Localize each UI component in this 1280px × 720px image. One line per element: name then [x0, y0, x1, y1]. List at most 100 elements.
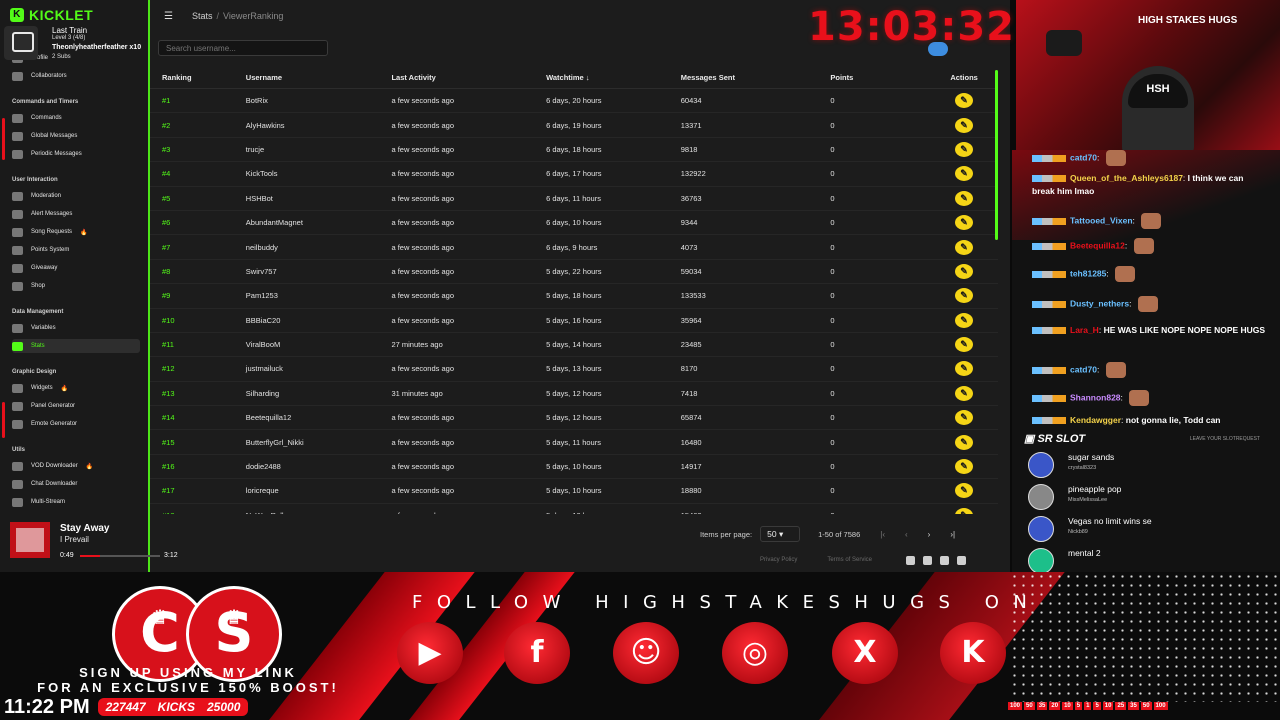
sidebar-item-points-system[interactable]: Points System: [12, 243, 140, 257]
cell-actions: ✎: [930, 117, 998, 133]
sidebar-item-stats[interactable]: Stats: [12, 339, 140, 353]
table-row: #12 justmailuck a few seconds ago 5 days, 1…: [150, 357, 998, 382]
chat-username: Lara_H: [1070, 325, 1099, 335]
sidebar-group-title: Graphic Design: [12, 369, 57, 375]
search-username-input[interactable]: [158, 40, 328, 56]
sidebar-item-giveaway[interactable]: Giveaway: [12, 261, 140, 275]
header-username[interactable]: Username: [246, 73, 392, 82]
cell-last-activity: a few seconds ago: [391, 413, 454, 423]
edit-points-button[interactable]: ✎: [955, 434, 974, 450]
kick-icon[interactable]: [923, 556, 932, 565]
menu-toggle-icon[interactable]: ☰: [164, 11, 173, 22]
ticker-value: 5: [1093, 702, 1101, 710]
edit-points-button[interactable]: ✎: [955, 263, 974, 279]
kicklet-logo[interactable]: K KICKLET: [10, 7, 93, 23]
table-row: #4 KickTools a few seconds ago 6 days, 17 h…: [150, 162, 998, 187]
sidebar-item-vod-downloader[interactable]: VOD Downloader 🔥: [12, 459, 140, 473]
cell-username: Beetequilla12: [245, 413, 292, 423]
sidebar-item-song-requests[interactable]: Song Requests 🔥: [12, 225, 140, 239]
cell-watchtime: 6 days, 20 hours: [546, 96, 602, 106]
cell-ranking: #16: [162, 462, 175, 472]
chat-emote-icon: [1105, 150, 1126, 166]
header-ranking[interactable]: Ranking: [150, 73, 246, 82]
sidebar-item-collaborators[interactable]: Collaborators: [12, 69, 140, 83]
edit-points-button[interactable]: ✎: [955, 337, 974, 353]
table-body: #1 BotRix a few seconds ago 6 days, 20 hour…: [150, 89, 998, 514]
edit-points-button[interactable]: ✎: [955, 190, 974, 206]
edit-points-button[interactable]: ✎: [955, 288, 974, 304]
header-messages-sent[interactable]: Messages Sent: [681, 73, 831, 82]
items-per-page-select[interactable]: 50 ▾: [760, 526, 801, 542]
sidebar-item-global-messages[interactable]: Global Messages: [12, 129, 140, 143]
sidebar-item-multi-stream[interactable]: Multi-Stream: [12, 495, 140, 509]
cell-actions: ✎: [930, 141, 998, 157]
header-watchtime[interactable]: Watchtime ↓: [546, 73, 681, 82]
giveaway-icon: [12, 263, 23, 273]
table-scrollbar[interactable]: [995, 70, 998, 240]
sidebar-item-variables[interactable]: Variables: [12, 321, 140, 335]
edit-points-button[interactable]: ✎: [955, 483, 974, 499]
edit-points-button[interactable]: ✎: [955, 312, 974, 328]
edit-points-button[interactable]: ✎: [955, 507, 974, 514]
edit-points-button[interactable]: ✎: [955, 459, 974, 475]
cell-last-activity: a few seconds ago: [391, 486, 454, 496]
x-icon[interactable]: [940, 556, 949, 565]
edit-points-button[interactable]: ✎: [955, 117, 974, 133]
header-points[interactable]: Points: [830, 73, 930, 82]
header-last-activity[interactable]: Last Activity: [391, 73, 546, 82]
sidebar-item-emote-generator[interactable]: Emote Generator: [12, 417, 140, 431]
privacy-policy-link[interactable]: Privacy Policy: [760, 557, 797, 563]
cell-actions: ✎: [930, 93, 998, 109]
sidebar-item-moderation[interactable]: Moderation: [12, 189, 140, 203]
cell-ranking: #15: [162, 437, 175, 447]
cell-watchtime: 6 days, 18 hours: [546, 144, 602, 154]
widgets-icon: [12, 383, 23, 393]
edit-points-button[interactable]: ✎: [955, 166, 974, 182]
alert-messages-icon: [12, 209, 23, 219]
train-icon: [4, 26, 38, 60]
slot-name: Vegas no limit wins se: [1068, 516, 1152, 526]
sidebar-item-shop[interactable]: Shop: [12, 279, 140, 293]
ticker-value: 10: [1102, 702, 1114, 710]
sidebar-item-chat-downloader[interactable]: Chat Downloader: [12, 477, 140, 491]
sidebar-item-label: Moderation: [31, 193, 62, 199]
breadcrumb-stats[interactable]: Stats: [192, 11, 213, 21]
facebook-icon: f: [504, 622, 570, 684]
emote-generator-icon: [12, 419, 23, 429]
cell-ranking: #5: [162, 193, 171, 203]
chat-message: Beetequilla12:: [1032, 238, 1268, 254]
sidebar-item-alert-messages[interactable]: Alert Messages: [12, 207, 140, 221]
edit-points-button[interactable]: ✎: [955, 239, 974, 255]
cell-ranking: #4: [162, 169, 171, 179]
edit-points-button[interactable]: ✎: [955, 385, 974, 401]
sidebar-item-label: Global Messages: [31, 133, 78, 139]
edit-points-button[interactable]: ✎: [955, 215, 974, 231]
kicklet-logo-text: KICKLET: [29, 7, 94, 23]
kick-icon: K: [940, 622, 1006, 684]
terms-of-service-link[interactable]: Terms of Service: [827, 557, 872, 563]
edit-points-button[interactable]: ✎: [955, 141, 974, 157]
header-watchtime-label: Watchtime: [546, 72, 584, 82]
edit-points-button[interactable]: ✎: [955, 410, 974, 426]
sidebar-item-label: Panel Generator: [31, 403, 76, 409]
chat-badges-icon: [1032, 242, 1066, 250]
chat-username: catd70: [1070, 364, 1097, 375]
prev-page-button[interactable]: ‹: [905, 530, 908, 539]
sidebar-item-periodic-messages[interactable]: Periodic Messages: [12, 147, 140, 161]
sidebar-item-panel-generator[interactable]: Panel Generator: [12, 399, 140, 413]
train-title: Last Train: [52, 26, 88, 35]
first-page-button[interactable]: |‹: [880, 530, 885, 539]
stats-icon: [12, 341, 23, 351]
sidebar-item-widgets[interactable]: Widgets 🔥: [12, 381, 140, 395]
document-icon[interactable]: [957, 556, 966, 565]
next-page-button[interactable]: ›: [928, 530, 931, 539]
last-page-button[interactable]: ›|: [950, 530, 955, 539]
discord-icon[interactable]: [906, 556, 915, 565]
follow-text: FOLLOW HIGHSTAKESHUGS ON: [412, 592, 1042, 613]
sidebar-item-commands[interactable]: Commands: [12, 111, 140, 125]
edit-points-button[interactable]: ✎: [955, 361, 974, 377]
chat-message: catd70:: [1032, 362, 1268, 378]
kicks-label: KICKS: [157, 700, 195, 714]
edit-points-button[interactable]: ✎: [955, 93, 974, 109]
items-per-page-label: Items per page:: [700, 529, 753, 539]
